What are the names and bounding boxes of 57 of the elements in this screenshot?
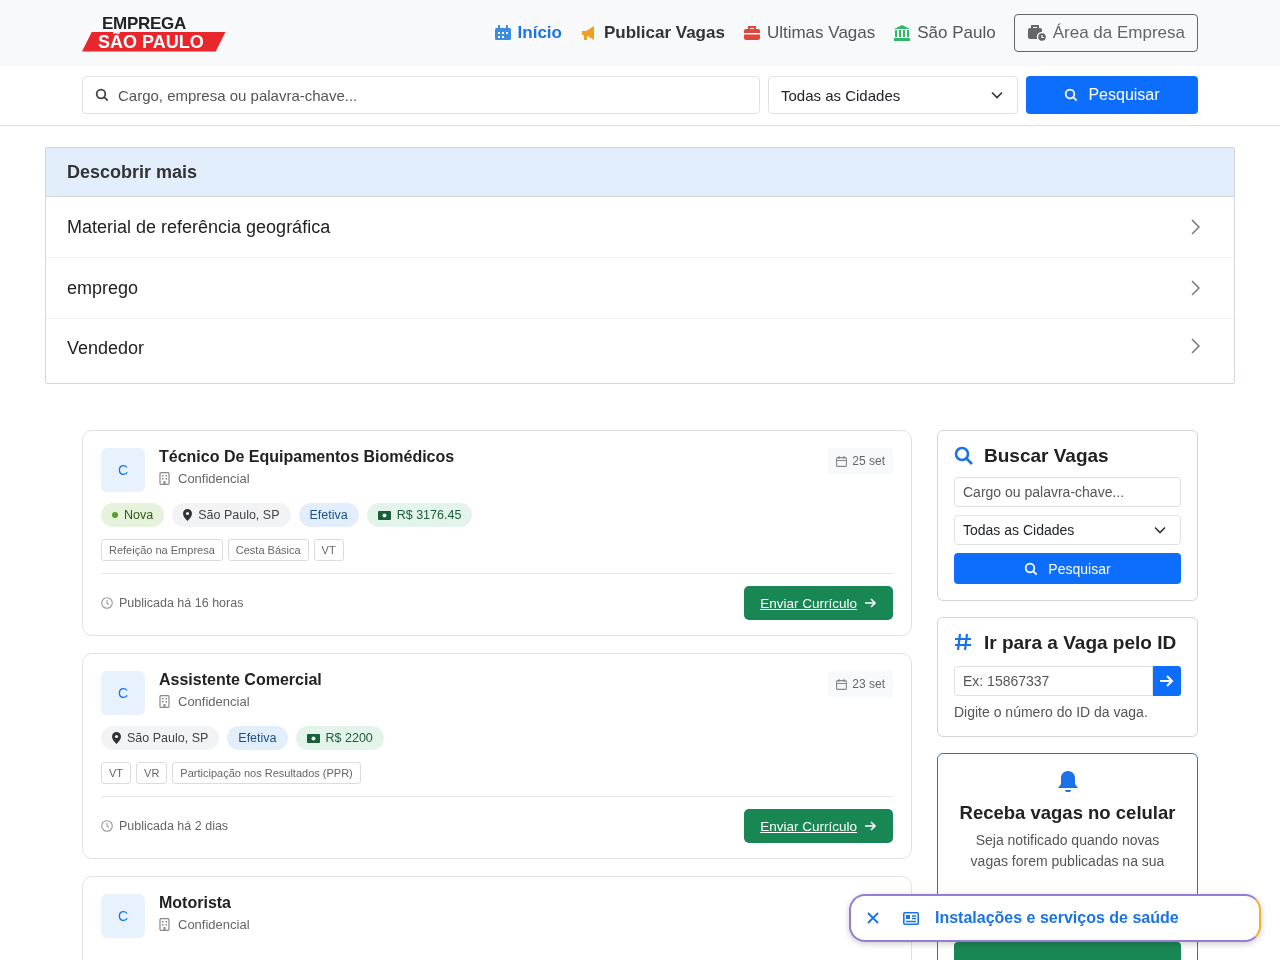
notify-text: Seja notificado quando novas vagas forem publicadas na sua: [969, 831, 1166, 871]
suggestion-toast[interactable]: Instalações e serviços de saúde: [849, 894, 1261, 942]
company-avatar: C: [101, 671, 145, 715]
benefit-tag: Refeição na Empresa: [101, 539, 223, 561]
logo-text: EMPREGA: [102, 14, 186, 32]
search-field[interactable]: Cargo, empresa ou palavra-chave...: [82, 76, 760, 114]
suggestion-label[interactable]: Instalações e serviços de saúde: [935, 909, 1179, 927]
job-card[interactable]: C Motorista Confidencial: [82, 876, 912, 960]
company-avatar: C: [101, 894, 145, 938]
hint-text: Digite o número do ID da vaga.: [954, 704, 1149, 720]
company-avatar: C: [101, 448, 145, 492]
post-date: 23 set: [852, 677, 885, 691]
benefit-tag: Cesta Básica: [227, 539, 309, 561]
posted-time: Publicada há 16 horas: [119, 596, 244, 610]
job-tag: Efetiva: [227, 726, 288, 750]
search-button[interactable]: Pesquisar: [1026, 76, 1198, 114]
card-title: Ir para a Vaga pelo ID: [954, 632, 1181, 654]
posted-time: Publicada há 2 dias: [119, 819, 229, 833]
company-name: Confidencial: [178, 917, 250, 932]
job-tag: R$ 3176.45: [366, 503, 473, 527]
discover-item[interactable]: Material de referência geográfica: [46, 197, 1234, 258]
logo-banner: SÃO PAULO: [82, 31, 226, 52]
job-id-field[interactable]: Ex: 15867337: [954, 666, 1153, 696]
job-title[interactable]: Técnico De Equipamentos Biomédicos: [159, 448, 455, 466]
keyword-field[interactable]: Cargo ou palavra-chave...: [954, 477, 1181, 507]
nav-link[interactable]: Publicar Vagas: [579, 23, 725, 43]
discover-item[interactable]: emprego: [46, 258, 1234, 319]
discover-item[interactable]: Vendedor: [46, 319, 1234, 383]
company-name: Confidencial: [178, 471, 250, 486]
job-tag: R$ 2200: [295, 726, 384, 750]
nav-link[interactable]: São Paulo: [893, 23, 996, 43]
job-tag: São Paulo, SP: [172, 503, 291, 527]
send-resume-button[interactable]: Enviar Currículo: [744, 586, 893, 620]
benefit-tag: VT: [313, 539, 344, 561]
search-button[interactable]: Pesquisar: [954, 553, 1181, 584]
discover-title: Descobrir mais: [67, 161, 198, 183]
company-name: Confidencial: [178, 694, 250, 709]
job-title[interactable]: Motorista: [159, 894, 231, 912]
send-resume-button[interactable]: Enviar Currículo: [744, 809, 893, 843]
job-tag: Nova: [101, 503, 165, 527]
job-card[interactable]: C Assistente Comercial Confidencial 23 set São Paulo, SP Efetiva R$ 2200 VT VR Participação nos Resultados (PPR) Publicada há 2 dias Enviar Currículo: [82, 653, 912, 859]
city-select[interactable]: Todas as Cidades: [768, 76, 1018, 114]
job-title[interactable]: Assistente Comercial: [159, 671, 322, 689]
nav-link[interactable]: Ultimas Vagas: [742, 23, 876, 43]
benefit-tag: Participação nos Resultados (PPR): [172, 762, 361, 784]
nav-link[interactable]: Início: [493, 23, 562, 43]
post-date: 25 set: [852, 454, 885, 468]
card-title: Buscar Vagas: [984, 445, 1109, 467]
benefit-tag: VR: [136, 762, 168, 784]
job-tag: São Paulo, SP: [101, 726, 220, 750]
city-select[interactable]: Todas as Cidades: [954, 515, 1181, 545]
logo[interactable]: EMPREGA SÃO PAULO: [82, 14, 226, 52]
card-title: Receba vagas no celular: [959, 802, 1176, 824]
job-card[interactable]: C Técnico De Equipamentos Biomédicos Confidencial 25 set Nova São Paulo, SP Efetiva R$ 3176.45 Refeição na Empresa Cesta Básica VT Publicada há 16 horas Enviar Currículo: [82, 430, 912, 636]
job-tag: Efetiva: [298, 503, 359, 527]
benefit-tag: VT: [101, 762, 132, 784]
company-area-button[interactable]: Área da Empresa: [1013, 14, 1198, 52]
